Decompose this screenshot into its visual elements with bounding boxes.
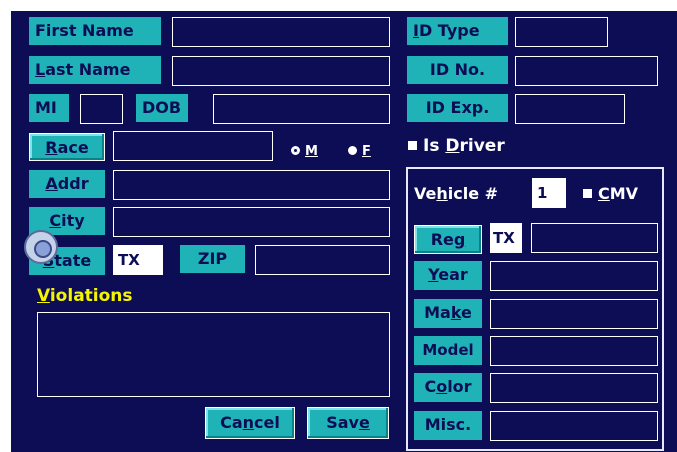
make-input[interactable] bbox=[490, 299, 658, 329]
misc-input[interactable] bbox=[490, 411, 658, 441]
mi-label: MI bbox=[29, 94, 69, 122]
model-label: Model bbox=[414, 336, 482, 365]
color-label: Color bbox=[414, 373, 482, 402]
addr-input[interactable] bbox=[113, 170, 390, 200]
zip-input[interactable] bbox=[255, 245, 390, 275]
dob-label: DOB bbox=[136, 94, 188, 122]
misc-label: Misc. bbox=[414, 411, 482, 440]
race-button[interactable]: Race bbox=[29, 133, 105, 161]
state-input[interactable] bbox=[113, 245, 163, 275]
cancel-button[interactable]: Cancel bbox=[205, 407, 295, 439]
model-input[interactable] bbox=[490, 336, 658, 366]
is-driver-checkbox[interactable]: Is Driver bbox=[408, 136, 505, 156]
cmv-checkbox[interactable]: CMV bbox=[583, 184, 638, 203]
vehicle-number-input[interactable] bbox=[532, 178, 566, 208]
reg-state-input[interactable] bbox=[490, 223, 522, 253]
checkbox-checked-icon bbox=[583, 189, 592, 198]
reg-button[interactable]: Reg bbox=[414, 225, 482, 254]
id-exp-label: ID Exp. bbox=[407, 94, 508, 122]
last-name-input[interactable] bbox=[172, 56, 390, 86]
radio-unselected-icon bbox=[348, 146, 357, 155]
sex-radio-f[interactable]: F bbox=[348, 144, 371, 159]
last-name-label: Last Name bbox=[29, 56, 161, 84]
year-label: Year bbox=[414, 261, 482, 290]
id-type-label: ID Type bbox=[407, 17, 508, 45]
violations-label: Violations bbox=[37, 286, 133, 306]
addr-label: Addr bbox=[29, 170, 105, 198]
first-name-input[interactable] bbox=[172, 17, 390, 47]
id-no-label: ID No. bbox=[407, 56, 508, 84]
violations-textarea[interactable] bbox=[37, 312, 390, 397]
race-input[interactable] bbox=[113, 131, 273, 161]
zip-label: ZIP bbox=[180, 245, 245, 273]
year-input[interactable] bbox=[490, 261, 658, 291]
id-type-input[interactable] bbox=[515, 17, 608, 47]
first-name-label: First Name bbox=[29, 17, 161, 45]
color-input[interactable] bbox=[490, 373, 658, 403]
id-exp-input[interactable] bbox=[515, 94, 625, 124]
make-label: Make bbox=[414, 299, 482, 328]
sex-radio-m[interactable]: M bbox=[291, 144, 318, 159]
mi-input[interactable] bbox=[80, 94, 123, 124]
checkbox-checked-icon bbox=[408, 141, 417, 150]
dob-input[interactable] bbox=[213, 94, 390, 124]
city-input[interactable] bbox=[113, 207, 390, 237]
save-button[interactable]: Save bbox=[307, 407, 389, 439]
id-no-input[interactable] bbox=[515, 56, 658, 86]
radio-selected-icon bbox=[291, 146, 300, 155]
target-cursor-icon bbox=[24, 230, 58, 264]
vehicle-title: Vehicle # bbox=[414, 184, 499, 203]
reg-input[interactable] bbox=[531, 223, 658, 253]
